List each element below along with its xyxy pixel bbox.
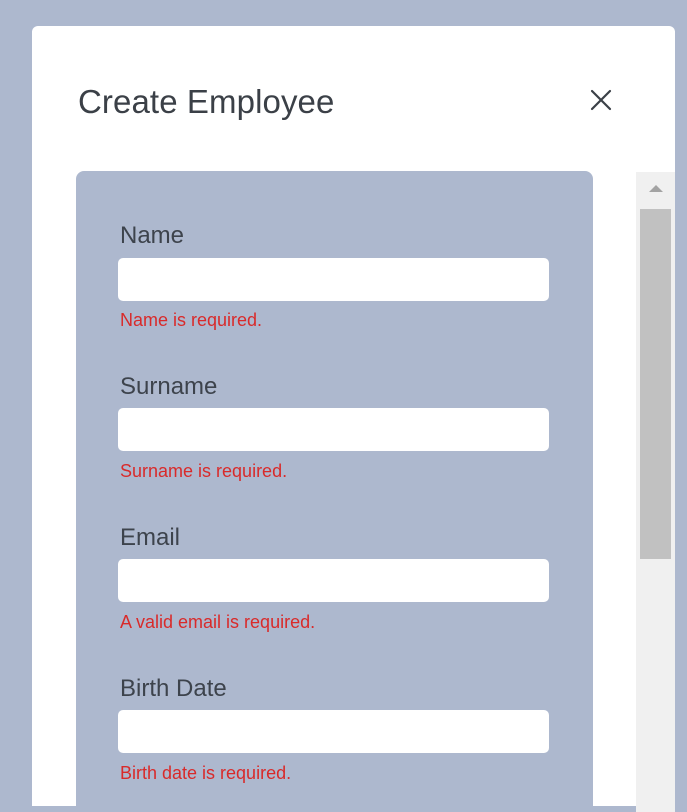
- birth-date-field[interactable]: [118, 710, 549, 753]
- surname-field[interactable]: [118, 408, 549, 451]
- scrollbar-thumb[interactable]: [640, 209, 671, 559]
- employee-form: Name Name is required. Surname Surname i…: [76, 171, 593, 811]
- name-error: Name is required.: [120, 310, 263, 330]
- close-icon: [590, 89, 612, 111]
- form-scrollbar[interactable]: [636, 172, 675, 812]
- email-error: A valid email is required.: [120, 612, 316, 632]
- email-label: Email: [120, 524, 181, 551]
- surname-label: Surname: [120, 373, 218, 400]
- create-employee-dialog: Create Employee Name Name is required. S…: [32, 26, 675, 812]
- email-field[interactable]: [118, 559, 549, 602]
- name-field[interactable]: [118, 258, 549, 301]
- birth-date-label: Birth Date: [120, 675, 227, 702]
- name-label: Name: [120, 222, 185, 249]
- surname-error: Surname is required.: [120, 461, 288, 481]
- scroll-up-arrow-icon[interactable]: [636, 172, 675, 208]
- close-button[interactable]: [583, 82, 619, 118]
- birth-date-error: Birth date is required.: [120, 763, 292, 783]
- dialog-title: Create Employee: [78, 83, 335, 120]
